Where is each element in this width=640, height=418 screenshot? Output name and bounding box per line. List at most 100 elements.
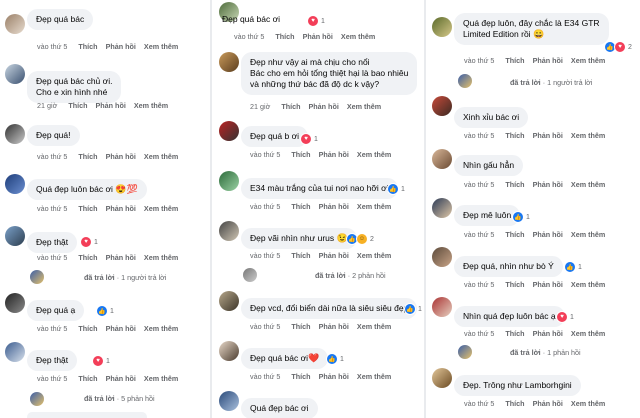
reaction-summary[interactable]: 👍 ♥ 2 xyxy=(604,41,632,53)
reaction-summary[interactable]: 👍 1 xyxy=(512,211,530,223)
like-link[interactable]: Thích xyxy=(505,131,524,140)
see-more-link[interactable]: Xem thêm xyxy=(144,204,178,213)
avatar[interactable] xyxy=(219,291,239,311)
like-link[interactable]: Thích xyxy=(291,202,310,211)
reply-link[interactable]: Phản hồi xyxy=(533,230,563,239)
reaction-summary[interactable]: ♥ 1 xyxy=(307,15,325,27)
avatar[interactable] xyxy=(30,270,44,284)
see-more-link[interactable]: Xem thêm xyxy=(357,322,391,331)
like-link[interactable]: Thích xyxy=(291,251,310,260)
see-more-link[interactable]: Xem thêm xyxy=(144,324,178,333)
reply-summary[interactable]: đã trả lời · 1 phản hồi xyxy=(510,348,581,357)
like-link[interactable]: Thích xyxy=(275,32,294,41)
reply-link[interactable]: Phản hồi xyxy=(106,374,136,383)
see-more-link[interactable]: Xem thêm xyxy=(357,251,391,260)
reply-link[interactable]: Phản hồi xyxy=(319,202,349,211)
reply-link[interactable]: Phản hồi xyxy=(106,152,136,161)
reaction-summary[interactable]: ♥ 1 xyxy=(92,355,110,367)
avatar[interactable] xyxy=(458,345,472,359)
reply-link[interactable]: Phản hồi xyxy=(319,372,349,381)
see-more-link[interactable]: Xem thêm xyxy=(571,399,605,408)
see-more-link[interactable]: Xem thêm xyxy=(144,42,178,51)
like-link[interactable]: Thích xyxy=(78,324,97,333)
avatar[interactable] xyxy=(219,221,239,241)
avatar[interactable] xyxy=(458,74,472,88)
like-link[interactable]: Thích xyxy=(281,102,300,111)
see-more-link[interactable]: Xem thêm xyxy=(347,102,381,111)
like-link[interactable]: Thích xyxy=(291,372,310,381)
see-more-link[interactable]: Xem thêm xyxy=(144,152,178,161)
like-link[interactable]: Thích xyxy=(505,329,524,338)
like-link[interactable]: Thích xyxy=(78,152,97,161)
avatar[interactable] xyxy=(432,368,452,388)
avatar[interactable] xyxy=(432,297,452,317)
avatar[interactable] xyxy=(432,96,452,116)
like-link[interactable]: Thích xyxy=(505,399,524,408)
like-link[interactable]: Thích xyxy=(78,253,97,262)
reaction-summary[interactable]: 👍 1 xyxy=(387,183,405,195)
see-more-link[interactable]: Xem thêm xyxy=(571,230,605,239)
see-more-link[interactable]: Xem thêm xyxy=(144,253,178,262)
avatar[interactable] xyxy=(5,14,25,34)
see-more-link[interactable]: Xem thêm xyxy=(357,372,391,381)
reply-link[interactable]: Phản hồi xyxy=(106,42,136,51)
like-link[interactable]: Thích xyxy=(78,204,97,213)
reply-link[interactable]: Phản hồi xyxy=(319,322,349,331)
avatar[interactable] xyxy=(5,64,25,84)
avatar[interactable] xyxy=(5,174,25,194)
reply-link[interactable]: Phản hồi xyxy=(106,204,136,213)
avatar[interactable] xyxy=(219,121,239,141)
see-more-link[interactable]: Xem thêm xyxy=(571,56,605,65)
avatar[interactable] xyxy=(432,198,452,218)
avatar[interactable] xyxy=(219,341,239,361)
avatar[interactable] xyxy=(30,392,44,406)
reaction-summary[interactable]: ♥ 1 xyxy=(80,236,98,248)
avatar[interactable] xyxy=(219,391,239,411)
see-more-link[interactable]: Xem thêm xyxy=(571,131,605,140)
reply-link[interactable]: Phản hồi xyxy=(533,131,563,140)
like-link[interactable]: Thích xyxy=(78,42,97,51)
avatar[interactable] xyxy=(5,226,25,246)
reply-link[interactable]: Phản hồi xyxy=(533,329,563,338)
like-link[interactable]: Thích xyxy=(505,180,524,189)
see-more-link[interactable]: Xem thêm xyxy=(571,180,605,189)
like-link[interactable]: Thích xyxy=(505,280,524,289)
avatar[interactable] xyxy=(432,247,452,267)
reply-link[interactable]: Phản hồi xyxy=(533,180,563,189)
see-more-link[interactable]: Xem thêm xyxy=(357,202,391,211)
like-link[interactable]: Thích xyxy=(68,101,87,110)
reaction-summary[interactable]: 👍 1 xyxy=(326,353,344,365)
reply-summary[interactable]: đã trả lời · 5 phản hồi xyxy=(84,394,155,403)
avatar[interactable] xyxy=(219,171,239,191)
reply-link[interactable]: Phản hồi xyxy=(319,251,349,260)
reaction-summary[interactable]: 👍 1 xyxy=(404,303,422,315)
see-more-link[interactable]: Xem thêm xyxy=(341,32,375,41)
reaction-summary[interactable]: 👍 1 xyxy=(564,261,582,273)
reply-link[interactable]: Phản hồi xyxy=(303,32,333,41)
reply-link[interactable]: Phản hồi xyxy=(533,399,563,408)
avatar[interactable] xyxy=(432,149,452,169)
reply-link[interactable]: Phản hồi xyxy=(308,102,338,111)
avatar[interactable] xyxy=(432,17,452,37)
see-more-link[interactable]: Xem thêm xyxy=(134,101,168,110)
reply-link[interactable]: Phản hồi xyxy=(533,56,563,65)
reply-summary[interactable]: đã trả lời · 1 người trả lời xyxy=(510,78,592,87)
reply-summary[interactable]: đã trả lời · 1 người trả lời xyxy=(84,273,166,282)
like-link[interactable]: Thích xyxy=(505,56,524,65)
reply-summary[interactable]: đã trả lời · 2 phản hồi xyxy=(315,271,386,280)
see-more-link[interactable]: Xem thêm xyxy=(144,374,178,383)
avatar[interactable] xyxy=(219,52,239,72)
see-more-link[interactable]: Xem thêm xyxy=(571,280,605,289)
reply-link[interactable]: Phản hồi xyxy=(533,280,563,289)
like-link[interactable]: Thích xyxy=(78,374,97,383)
reaction-summary[interactable]: ♥ 1 xyxy=(556,311,574,323)
avatar[interactable] xyxy=(5,293,25,313)
avatar[interactable] xyxy=(5,342,25,362)
avatar[interactable] xyxy=(243,268,257,282)
avatar[interactable] xyxy=(5,124,25,144)
reaction-summary[interactable]: ♥ 1 xyxy=(300,133,318,145)
reply-link[interactable]: Phản hồi xyxy=(319,150,349,159)
reply-link[interactable]: Phản hồi xyxy=(95,101,125,110)
like-link[interactable]: Thích xyxy=(291,150,310,159)
reply-link[interactable]: Phản hồi xyxy=(106,253,136,262)
